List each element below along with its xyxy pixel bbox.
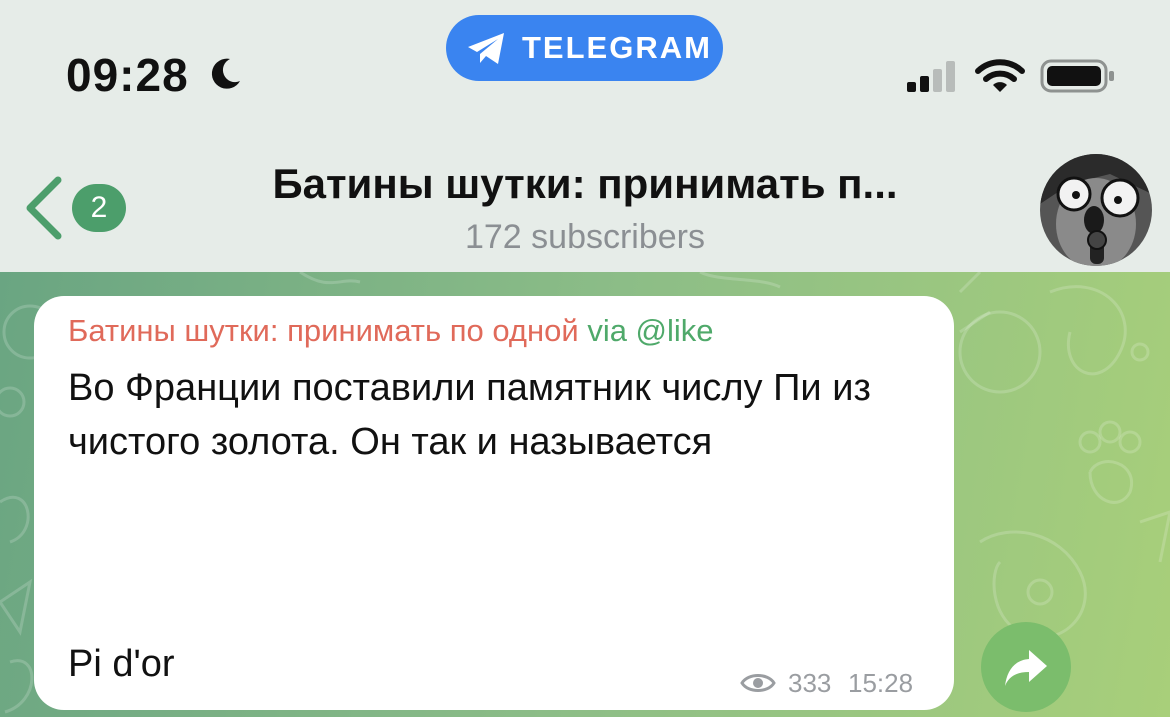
message-text: Во Франции поставили памятник числу Пи и… bbox=[68, 367, 871, 463]
telegram-plane-icon bbox=[468, 33, 504, 64]
subscriber-count: 172 subscribers bbox=[464, 218, 705, 256]
share-arrow-icon bbox=[1005, 650, 1047, 686]
unread-count-badge[interactable]: 2 bbox=[72, 184, 126, 232]
sender-name[interactable]: Батины шутки: принимать по одной bbox=[68, 313, 579, 348]
views-eye-icon bbox=[740, 674, 776, 692]
message-punchline: Pi d'or bbox=[68, 643, 175, 685]
channel-avatar[interactable] bbox=[1040, 154, 1152, 266]
channel-title[interactable]: Батины шутки: принимать п... bbox=[160, 160, 1010, 208]
message-time: 15:28 bbox=[848, 668, 914, 698]
message-sender[interactable]: Батины шутки: принимать по одной via @li… bbox=[68, 313, 714, 349]
battery-icon bbox=[1040, 59, 1114, 93]
view-count: 333 bbox=[788, 668, 832, 698]
back-chevron-icon[interactable] bbox=[22, 176, 66, 240]
status-time: 09:28 bbox=[66, 49, 189, 101]
wifi-icon bbox=[975, 59, 1025, 92]
app-pill-label: TELEGRAM bbox=[522, 30, 712, 65]
cellular-signal-icon bbox=[907, 61, 955, 92]
moon-icon bbox=[211, 58, 240, 89]
share-button[interactable] bbox=[981, 622, 1071, 712]
via-bot-link[interactable]: via @like bbox=[587, 313, 713, 348]
